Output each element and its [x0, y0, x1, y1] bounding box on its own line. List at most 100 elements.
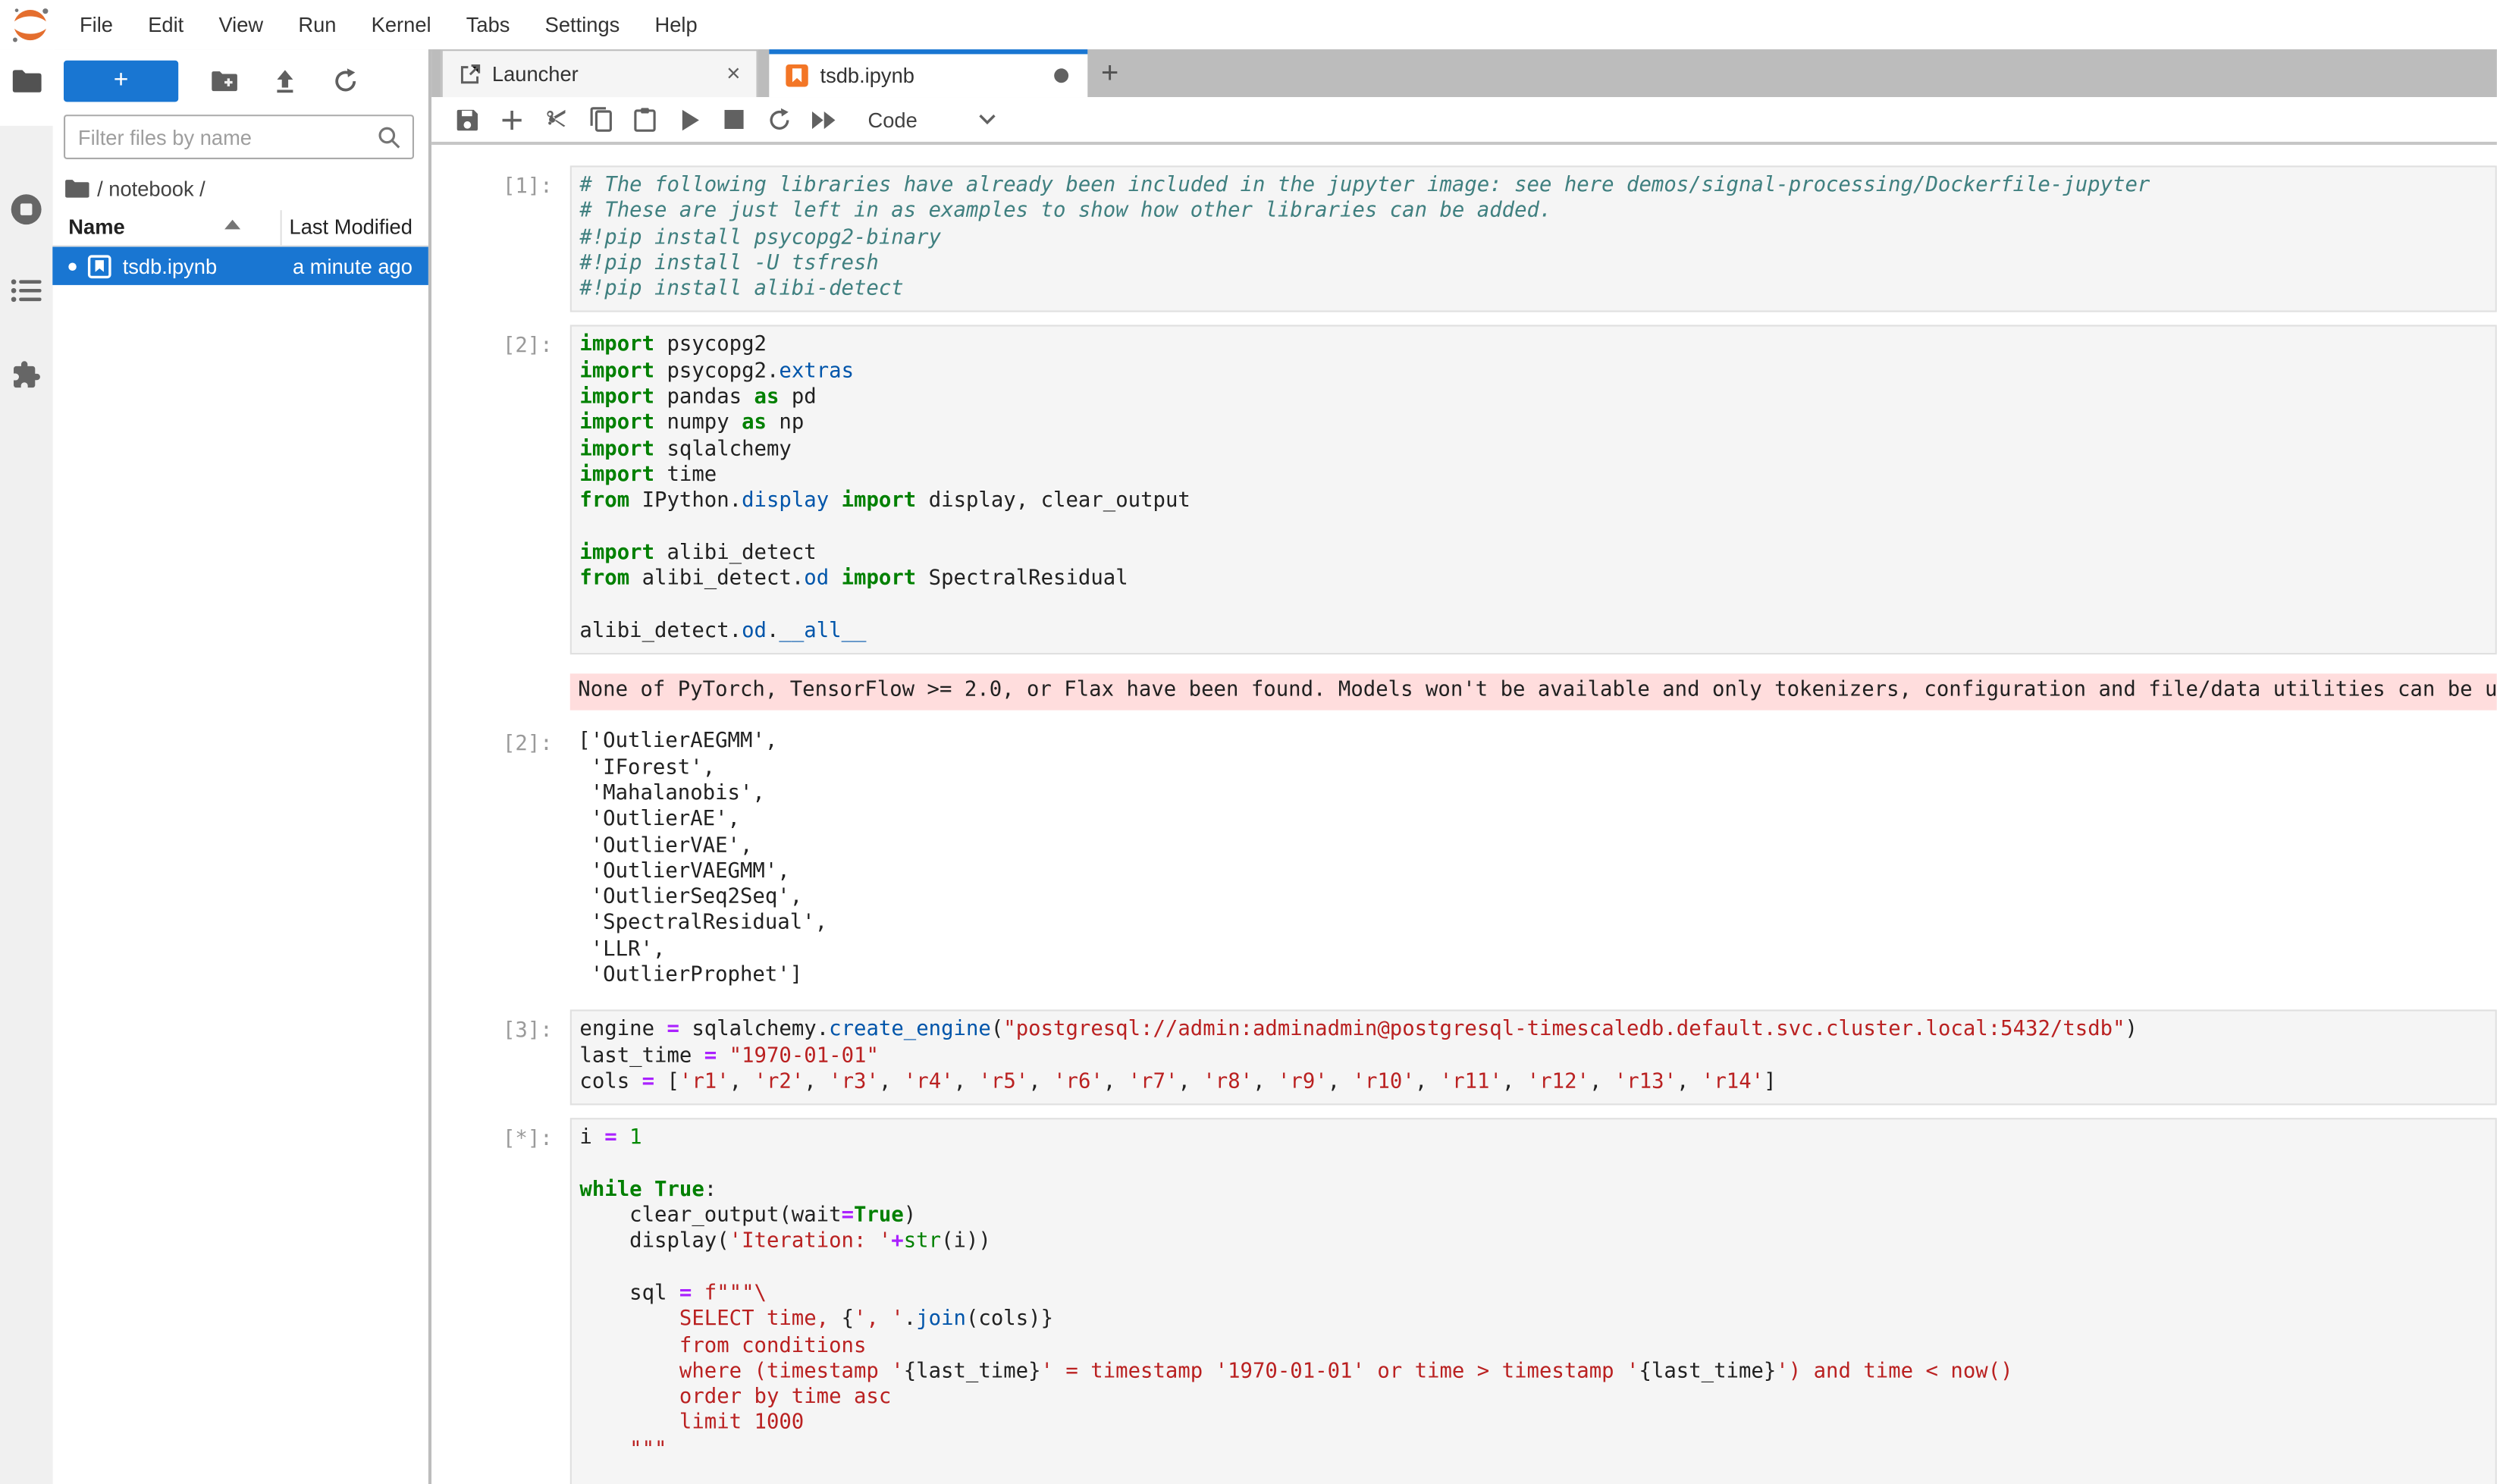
- code-line: [579, 593, 2495, 619]
- file-browser-icon[interactable]: [0, 68, 52, 94]
- code-line: 'OutlierVAEGMM',: [578, 860, 2496, 886]
- table-of-contents-icon[interactable]: [0, 278, 52, 303]
- code-line: [579, 1152, 2495, 1178]
- breadcrumb[interactable]: / notebook /: [64, 172, 205, 204]
- file-filter-input[interactable]: [65, 125, 378, 149]
- unsaved-changes-dot[interactable]: [1054, 68, 1068, 83]
- code-line: 'SpectralResidual',: [578, 911, 2496, 937]
- menu-item-view[interactable]: View: [201, 0, 281, 49]
- code-line: None of PyTorch, TensorFlow >= 2.0, or F…: [578, 679, 2496, 704]
- notebook-cell: [*]:i = 1 while True: clear_output(wait=…: [431, 1118, 2497, 1484]
- menu-item-file[interactable]: File: [62, 0, 130, 49]
- file-name: tsdb.ipynb: [123, 254, 293, 278]
- column-last-modified[interactable]: Last Modified: [290, 215, 413, 240]
- column-separator: [281, 210, 282, 245]
- execution-prompt: [431, 667, 570, 711]
- menu-item-kernel[interactable]: Kernel: [354, 0, 449, 49]
- notebook-cell: [3]:engine = sqlalchemy.create_engine("p…: [431, 1010, 2497, 1106]
- insert-cell-icon[interactable]: [489, 100, 534, 138]
- run-icon[interactable]: [667, 100, 712, 138]
- code-line: 'OutlierVAE',: [578, 833, 2496, 859]
- refresh-icon[interactable]: [315, 61, 376, 102]
- tab-close-icon[interactable]: ×: [726, 61, 740, 88]
- code-editor[interactable]: import psycopg2import psycopg2.extrasimp…: [570, 325, 2497, 654]
- search-icon: [378, 125, 401, 149]
- code-line: [579, 1464, 2495, 1484]
- run-all-icon[interactable]: [801, 100, 845, 138]
- notebook-toolbar: Code: [431, 97, 2497, 145]
- execution-prompt: [1]:: [431, 165, 570, 312]
- copy-icon[interactable]: [578, 100, 623, 138]
- new-tab-button[interactable]: +: [1087, 51, 1132, 97]
- cell-output: [2]:['OutlierAEGMM', 'IForest', 'Mahalan…: [431, 723, 2497, 997]
- notebook-file-icon: [87, 254, 111, 278]
- stderr-output: None of PyTorch, TensorFlow >= 2.0, or F…: [570, 673, 2497, 711]
- code-editor[interactable]: i = 1 while True: clear_output(wait=True…: [570, 1118, 2497, 1484]
- code-editor[interactable]: engine = sqlalchemy.create_engine("postg…: [570, 1010, 2497, 1106]
- save-icon[interactable]: [444, 100, 489, 138]
- code-line: """: [579, 1438, 2495, 1464]
- code-line: i = 1: [579, 1126, 2495, 1152]
- launcher-icon: [459, 63, 481, 85]
- code-line: clear_output(wait=True): [579, 1204, 2495, 1230]
- code-line: 'OutlierSeq2Seq',: [578, 886, 2496, 911]
- code-line: from IPython.display import display, cle…: [579, 489, 2495, 515]
- tab-launcher[interactable]: Launcher ×: [441, 49, 758, 97]
- code-line: #!pip install -U tsfresh: [579, 252, 2495, 278]
- code-line: import time: [579, 463, 2495, 489]
- extensions-icon[interactable]: [0, 360, 52, 391]
- code-line: import alibi_detect: [579, 541, 2495, 567]
- code-line: # These are just left in as examples to …: [579, 199, 2495, 225]
- code-line: from conditions: [579, 1334, 2495, 1360]
- restart-kernel-icon[interactable]: [756, 100, 801, 138]
- code-line: import pandas as pd: [579, 385, 2495, 411]
- code-line: [579, 1256, 2495, 1282]
- code-line: 'LLR',: [578, 937, 2496, 963]
- home-folder-icon: [64, 177, 89, 198]
- cut-icon[interactable]: [533, 100, 578, 138]
- code-line: #!pip install psycopg2-binary: [579, 225, 2495, 251]
- new-folder-icon[interactable]: [194, 61, 255, 102]
- code-line: last_time = "1970-01-01": [579, 1044, 2495, 1070]
- menu-item-tabs[interactable]: Tabs: [449, 0, 528, 49]
- execution-prompt: [*]:: [431, 1118, 570, 1484]
- menu-item-settings[interactable]: Settings: [528, 0, 638, 49]
- file-filter-box: [64, 115, 414, 159]
- jupyterlab-app: FileEditViewRunKernelTabsSettingsHelp +: [0, 0, 2497, 1484]
- code-line: while True:: [579, 1178, 2495, 1204]
- menu-item-help[interactable]: Help: [637, 0, 714, 49]
- menu-item-run[interactable]: Run: [281, 0, 353, 49]
- tab-notebook[interactable]: tsdb.ipynb: [769, 49, 1087, 97]
- code-line: sql = f"""\: [579, 1282, 2495, 1307]
- code-line: from alibi_detect.od import SpectralResi…: [579, 567, 2495, 593]
- code-line: cols = ['r1', 'r2', 'r3', 'r4', 'r5', 'r…: [579, 1070, 2495, 1096]
- code-line: 'Mahalanobis',: [578, 782, 2496, 808]
- menu-bar: FileEditViewRunKernelTabsSettingsHelp: [0, 0, 2497, 51]
- code-editor[interactable]: # The following libraries have already b…: [570, 165, 2497, 312]
- column-name[interactable]: Name: [68, 215, 124, 240]
- code-line: alibi_detect.od.__all__: [579, 619, 2495, 645]
- paste-icon[interactable]: [623, 100, 667, 138]
- new-launcher-button[interactable]: +: [64, 61, 178, 102]
- stop-icon[interactable]: [712, 100, 757, 138]
- code-line: import psycopg2.extras: [579, 359, 2495, 385]
- notebook-cell: [1]: # The following libraries have alrea…: [431, 165, 2497, 312]
- sort-ascending-icon[interactable]: [224, 220, 240, 230]
- file-browser-panel: + / notebook / Name Last Modified: [52, 49, 428, 1484]
- notebook-tab-icon: [785, 64, 809, 87]
- upload-icon[interactable]: [255, 61, 315, 102]
- cell-type-select[interactable]: Code: [868, 108, 918, 131]
- chevron-down-icon[interactable]: [978, 113, 997, 126]
- tab-bar: Launcher × tsdb.ipynb +: [431, 49, 2497, 97]
- code-line: ['OutlierAEGMM',: [578, 730, 2496, 756]
- file-row-tsdb[interactable]: tsdb.ipynb a minute ago: [52, 247, 428, 285]
- menu-item-edit[interactable]: Edit: [130, 0, 201, 49]
- jupyter-logo-icon: [8, 5, 53, 43]
- open-file-dot: [68, 262, 77, 270]
- code-line: #!pip install alibi-detect: [579, 278, 2495, 303]
- code-line: # The following libraries have already b…: [579, 174, 2495, 199]
- notebook-scroll-area[interactable]: [1]: # The following libraries have alrea…: [431, 145, 2497, 1484]
- code-line: SELECT time, {', '.join(cols)}: [579, 1308, 2495, 1334]
- file-list-header: Name Last Modified: [52, 210, 428, 246]
- running-sessions-icon[interactable]: [0, 193, 52, 226]
